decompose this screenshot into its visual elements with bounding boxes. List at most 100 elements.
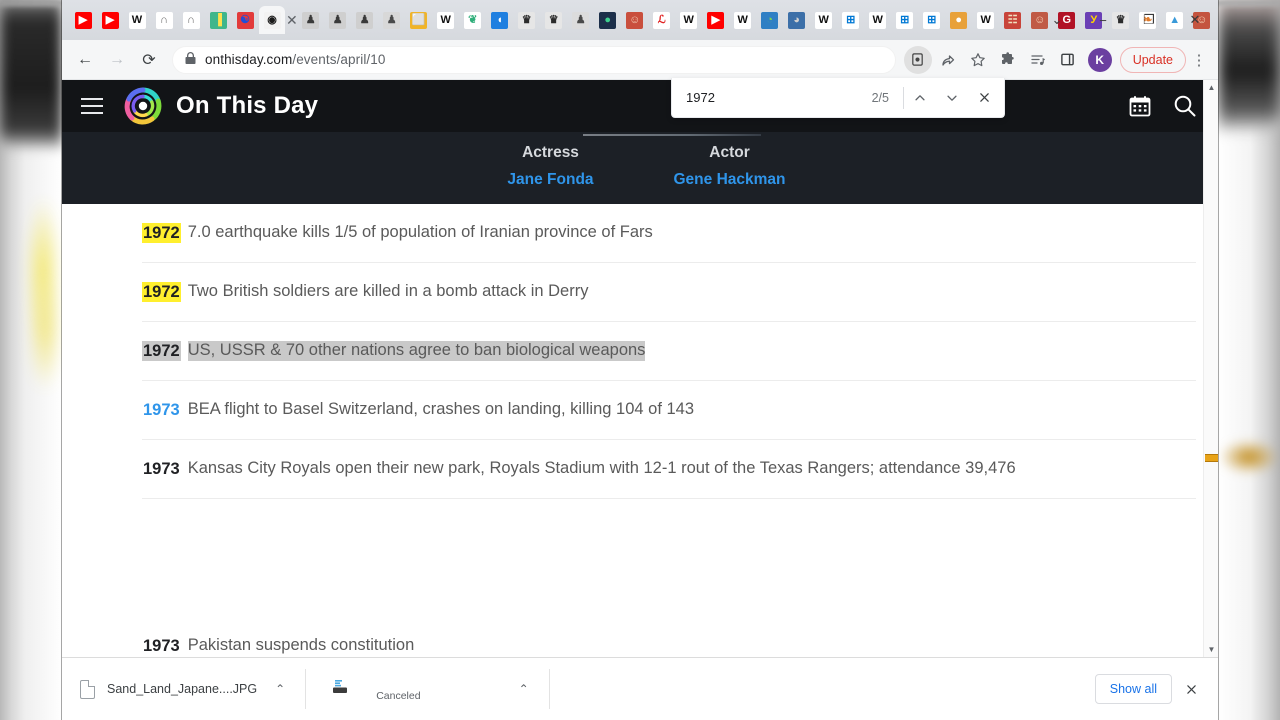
earth-tab[interactable]: ◕	[784, 6, 810, 34]
reload-button[interactable]: ⟳	[134, 45, 164, 75]
reading-list-icon[interactable]	[1024, 46, 1052, 74]
wikipedia-tab[interactable]: W	[865, 6, 891, 34]
person-role: Actress	[522, 144, 579, 161]
coin-tab[interactable]: ●	[946, 6, 972, 34]
manuscript-tab[interactable]: ☷	[1000, 6, 1026, 34]
lamp-tab[interactable]: ♛	[541, 6, 567, 34]
browser-menu-button[interactable]: ⋮	[1188, 51, 1210, 69]
windows-tab[interactable]: ⊞	[919, 6, 945, 34]
youtube-tab[interactable]: ▶	[70, 6, 96, 34]
camera-tab[interactable]: ◉	[259, 6, 285, 34]
lamp-tab[interactable]: ♛	[514, 6, 540, 34]
tab-strip: ▶ ▶ W ∩ ∩ ▐ ☯ ◉ ✕ ♟ ♟ ♟ ♟ ⬜ W ❦ ◖ ♛ ♛ ♟ ● ☺ ℒ W ▶ W ◔ ◕ W ⊞ W ⊞ ⊞ ● W ☷ ☺ G…	[62, 0, 1218, 40]
update-button[interactable]: Update	[1119, 46, 1186, 73]
shelf-divider	[548, 669, 550, 709]
scroll-down-arrow[interactable]: ▼	[1204, 642, 1218, 657]
find-input[interactable]	[672, 90, 872, 105]
wikipedia-tab[interactable]: W	[973, 6, 999, 34]
event-row[interactable]: 1972 US, USSR & 70 other nations agree to…	[142, 322, 1196, 381]
tab-favicon: W	[128, 11, 146, 29]
earth-tab[interactable]: ◔	[757, 6, 783, 34]
profile-avatar[interactable]: K	[1087, 47, 1112, 72]
download-menu-caret[interactable]: ⌃	[269, 682, 291, 696]
site-brand[interactable]: On This Day	[122, 85, 318, 127]
forward-button[interactable]: →	[102, 45, 132, 75]
calendar-icon[interactable]	[1128, 94, 1152, 118]
page-viewport: On This Day Actress Jane Fonda Actor Gene H…	[62, 80, 1218, 657]
back-button[interactable]: ←	[70, 45, 100, 75]
arch-tab[interactable]: ∩	[178, 6, 204, 34]
download-menu-caret[interactable]: ⌃	[513, 682, 535, 696]
leaf-tab[interactable]: ❦	[460, 6, 486, 34]
event-row[interactable]: 1973 BEA flight to Basel Switzerland, cra…	[142, 381, 1196, 440]
find-next-button[interactable]	[936, 79, 968, 117]
tab-favicon: ▶	[101, 11, 119, 29]
figure-tab[interactable]: ♟	[379, 6, 405, 34]
wikipedia-tab[interactable]: W	[811, 6, 837, 34]
event-row[interactable]: 1972 7.0 earthquake kills 1/5 of populati…	[142, 204, 1196, 263]
event-row[interactable]: 1973 Kansas City Royals open their new pa…	[142, 440, 1196, 499]
side-panel-icon[interactable]	[1054, 46, 1082, 74]
address-bar[interactable]: onthisday.com/events/april/10	[172, 45, 896, 74]
tab-favicon: ♟	[572, 11, 590, 29]
event-year: 1972	[142, 340, 181, 362]
globe-tab[interactable]: ●	[595, 6, 621, 34]
backdrop-left-highlight-2	[28, 272, 62, 392]
script-tab[interactable]: ℒ	[649, 6, 675, 34]
event-year[interactable]: 1973	[142, 400, 181, 421]
arch-tab[interactable]: ∩	[151, 6, 177, 34]
page-scrollbar[interactable]: ▲ ▼	[1203, 80, 1218, 657]
event-text: US, USSR & 70 other nations agree to ban…	[187, 341, 646, 361]
windows-tab[interactable]: ⊞	[838, 6, 864, 34]
close-tab-button[interactable]: ✕	[286, 6, 298, 34]
backdrop-left-dark	[0, 0, 62, 148]
tab-favicon: ♛	[545, 11, 563, 29]
event-text: Kansas City Royals open their new park, …	[187, 459, 1016, 478]
search-icon[interactable]	[1172, 93, 1198, 119]
download-item[interactable]: Sand_Land_Japane....JPG ⌃	[62, 658, 305, 720]
youtube-tab[interactable]: ▶	[97, 6, 123, 34]
wikipedia-tab[interactable]: W	[730, 6, 756, 34]
taijitu-tab[interactable]: ☯	[232, 6, 258, 34]
tab-favicon: ☺	[626, 11, 644, 29]
bookmark-star-icon[interactable]	[964, 46, 992, 74]
frame-tab[interactable]: ⬜	[406, 6, 432, 34]
tab-favicon: W	[437, 11, 455, 29]
event-year: 1973	[143, 636, 180, 655]
book-tab[interactable]: ▐	[205, 6, 231, 34]
statue-tab[interactable]: ♟	[325, 6, 351, 34]
spiral-tab[interactable]: ◖	[487, 6, 513, 34]
windows-tab[interactable]: ⊞	[892, 6, 918, 34]
tab-search-button[interactable]: ⌄	[1034, 0, 1080, 40]
reader-mode-icon[interactable]	[903, 45, 932, 74]
minimize-button[interactable]: −	[1080, 0, 1126, 40]
close-window-button[interactable]: ✕	[1172, 0, 1218, 40]
tab-favicon: ♟	[329, 11, 347, 29]
wikipedia-tab[interactable]: W	[124, 6, 150, 34]
close-shelf-button[interactable]	[1178, 676, 1204, 702]
maximize-button[interactable]: ❐	[1126, 0, 1172, 40]
wikipedia-tab[interactable]: W	[433, 6, 459, 34]
statue-tab[interactable]: ♟	[298, 6, 324, 34]
download-item[interactable]: Canceled ⌃	[306, 658, 548, 720]
youtube-tab[interactable]: ▶	[703, 6, 729, 34]
statue-tab[interactable]: ♟	[352, 6, 378, 34]
figure-tab[interactable]: ♟	[568, 6, 594, 34]
tab-favicon: ♟	[356, 11, 374, 29]
shelf-actions: Show all	[1094, 674, 1218, 704]
extensions-puzzle-icon[interactable]	[994, 46, 1022, 74]
scroll-up-arrow[interactable]: ▲	[1204, 80, 1218, 95]
menu-icon[interactable]	[70, 80, 114, 132]
share-icon[interactable]	[934, 46, 962, 74]
event-row[interactable]: 1972 Two British soldiers are killed in a…	[142, 263, 1196, 322]
event-row[interactable]: 1973 Pakistan suspends constitution	[142, 617, 1196, 657]
show-all-downloads-button[interactable]: Show all	[1094, 674, 1172, 704]
find-previous-button[interactable]	[904, 79, 936, 117]
find-close-button[interactable]	[968, 79, 1000, 117]
portrait-tab[interactable]: ☺	[622, 6, 648, 34]
person-name-link[interactable]: Jane Fonda	[461, 171, 640, 189]
wikipedia-tab[interactable]: W	[676, 6, 702, 34]
person-name-link[interactable]: Gene Hackman	[640, 171, 819, 189]
tab-favicon: ☯	[236, 11, 254, 29]
event-year: 1973	[143, 459, 180, 478]
